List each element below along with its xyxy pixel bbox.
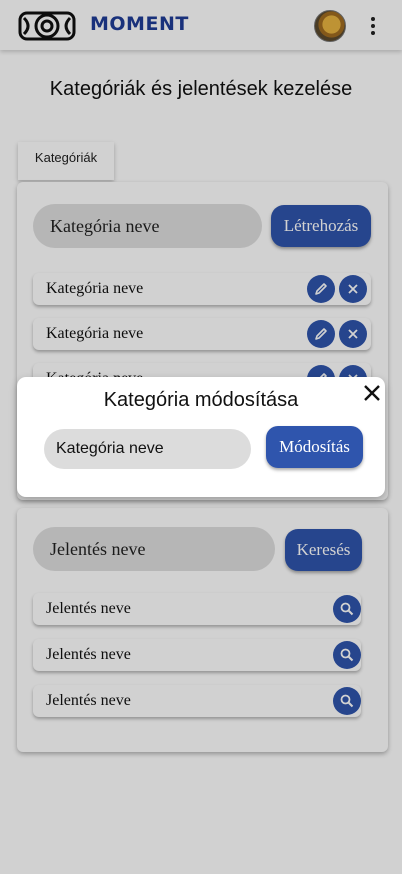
edit-category-modal: Kategória módosítása Kategória neve Módo…	[17, 377, 385, 497]
modal-backdrop-header[interactable]	[0, 0, 402, 50]
modal-title: Kategória módosítása	[103, 389, 299, 411]
modal-category-name-input[interactable]: Kategória neve	[44, 429, 251, 469]
modal-close-icon[interactable]	[361, 382, 383, 404]
modify-button[interactable]: Módosítás	[266, 426, 363, 468]
